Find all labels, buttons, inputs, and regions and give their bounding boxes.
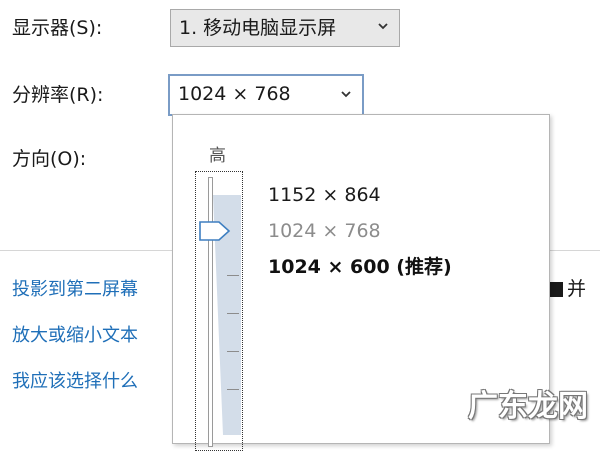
slider-thumb-icon[interactable] <box>198 219 232 243</box>
slider-tick <box>227 275 239 276</box>
slider-tick <box>227 351 239 352</box>
link-what-to-choose[interactable]: 我应该选择什么 <box>12 370 138 394</box>
checkbox-icon <box>548 282 563 297</box>
slider-tick <box>227 313 239 314</box>
resolution-option-1152[interactable]: 1152 × 864 <box>268 183 381 207</box>
link-project-second-screen[interactable]: 投影到第二屏幕 <box>12 278 138 302</box>
resolution-option-1024-768[interactable]: 1024 × 768 <box>268 219 381 243</box>
chevron-down-icon <box>378 23 388 30</box>
display-select[interactable]: 1. 移动电脑显示屏 <box>170 9 400 47</box>
link-resize-text[interactable]: 放大或缩小文本 <box>12 324 138 348</box>
resolution-select[interactable]: 1024 × 768 <box>168 74 364 116</box>
slider-tick <box>227 389 239 390</box>
slider-track[interactable] <box>208 177 213 447</box>
resolution-select-value: 1024 × 768 <box>178 83 291 105</box>
slider-high-label: 高 <box>209 146 226 166</box>
partial-option[interactable]: 并 <box>548 277 586 301</box>
display-select-value: 1. 移动电脑显示屏 <box>179 17 337 39</box>
chevron-down-icon <box>341 91 351 98</box>
resolution-label: 分辨率(R): <box>12 84 104 106</box>
resolution-option-1024-600[interactable]: 1024 × 600 (推荐) <box>268 255 452 279</box>
orientation-label: 方向(O): <box>12 148 87 170</box>
display-label: 显示器(S): <box>12 17 103 39</box>
watermark: 广东龙网 <box>468 389 588 424</box>
partial-option-label: 并 <box>567 278 587 300</box>
